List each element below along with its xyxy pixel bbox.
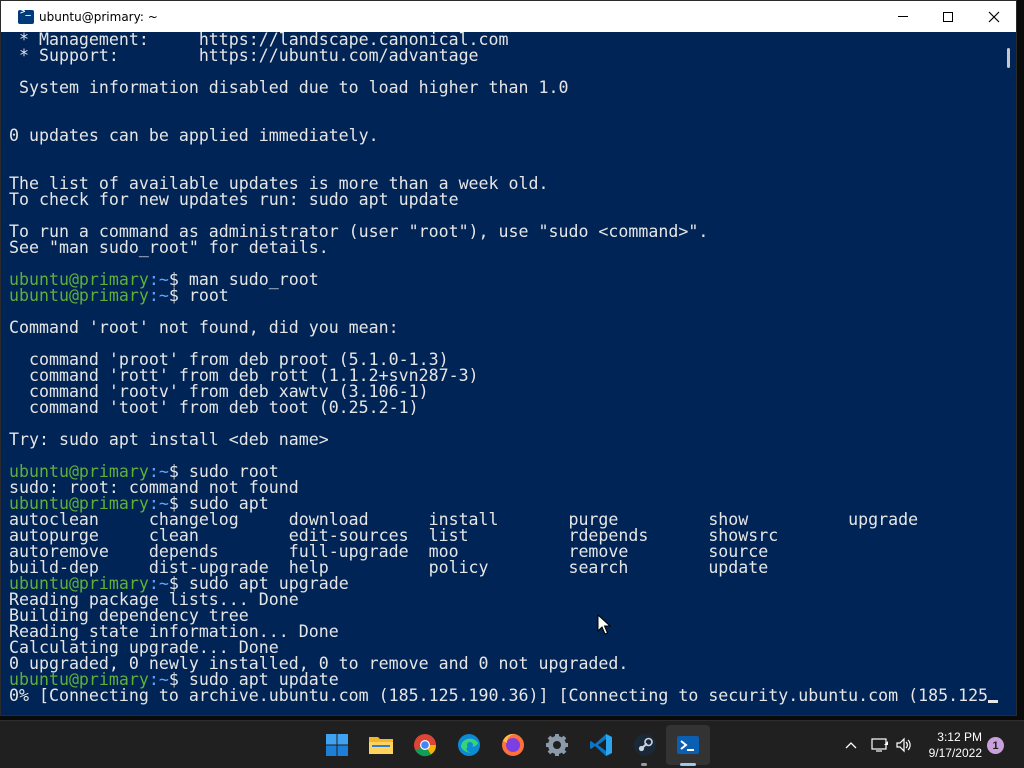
scrollbar-thumb[interactable] [1007, 48, 1010, 68]
start-icon [326, 734, 348, 756]
terminal-line: Try: sudo apt install <deb name> [9, 430, 329, 449]
title-bar[interactable]: ubuntu@primary: ~ [1, 1, 1016, 32]
terminal-line: command 'toot' from deb toot (0.25.2-1) [9, 398, 419, 417]
terminal-line-text: 0% [Connecting to archive.ubuntu.com (18… [9, 686, 989, 705]
firefox-button[interactable] [500, 732, 526, 758]
volume-icon [896, 737, 911, 753]
edge-button[interactable] [456, 732, 482, 758]
terminal-output[interactable]: * Management: https://landscape.canonica… [9, 32, 1001, 712]
system-clock[interactable]: 3:12 PM 9/17/2022 [918, 729, 982, 761]
terminal-line: Command 'root' not found, did you mean: [9, 318, 399, 337]
terminal-prompt-line: ubuntu@primary:~$ root [9, 286, 229, 305]
terminal-app-icon [18, 7, 34, 24]
prompt-user: ubuntu@primary [9, 286, 149, 305]
text-cursor [988, 700, 999, 703]
prompt-path: :~ [148, 286, 169, 305]
window-title: ubuntu@primary: ~ [39, 9, 158, 24]
clock-date: 9/17/2022 [928, 746, 982, 760]
edge-icon [458, 734, 480, 756]
scrollbar[interactable] [1001, 32, 1016, 712]
network-icon [871, 738, 888, 752]
terminal-line: System information disabled due to load … [9, 78, 569, 97]
firefox-icon [502, 733, 524, 756]
terminal-progress-line: 0% [Connecting to archive.ubuntu.com (18… [9, 686, 999, 705]
start-button[interactable] [324, 732, 350, 758]
terminal-line: To check for new updates run: sudo apt u… [9, 190, 459, 209]
vscode-icon [590, 734, 612, 756]
settings-button[interactable] [544, 732, 570, 758]
terminal-line: 0 updates can be applied immediately. [9, 126, 379, 145]
close-icon [988, 11, 1000, 22]
vscode-button[interactable] [588, 732, 614, 758]
active-app-indicator [680, 763, 696, 766]
clock-time: 3:12 PM [937, 730, 982, 744]
steam-button[interactable] [632, 732, 658, 758]
settings-icon [546, 734, 568, 756]
steam-running-indicator [641, 763, 647, 766]
maximize-icon [943, 11, 953, 22]
close-button[interactable] [971, 1, 1017, 32]
file-explorer-button[interactable] [368, 732, 394, 758]
terminal-window: ubuntu@primary: ~ * Management: https://… [0, 0, 1017, 716]
terminal-line: See "man sudo_root" for details. [9, 238, 329, 257]
taskbar: 3:12 PM 9/17/2022 1 [0, 720, 1024, 768]
show-hidden-icons-button[interactable] [845, 721, 859, 768]
minimize-icon [898, 16, 908, 17]
network-button[interactable] [871, 721, 889, 768]
mouse-pointer-icon [597, 614, 611, 635]
file-explorer-icon [369, 737, 393, 754]
terminal-taskbar-button[interactable] [675, 732, 701, 758]
terminal-line: * Support: https://ubuntu.com/advantage [9, 46, 479, 65]
terminal-icon [677, 736, 699, 754]
chevron-up-icon [845, 742, 857, 749]
notification-badge[interactable]: 1 [987, 737, 1004, 754]
minimize-button[interactable] [880, 1, 926, 32]
steam-icon [634, 734, 656, 756]
volume-button[interactable] [895, 721, 913, 768]
maximize-button[interactable] [925, 1, 971, 32]
prompt-command: $ root [168, 286, 229, 305]
chrome-button[interactable] [412, 732, 438, 758]
chrome-icon [414, 734, 437, 757]
